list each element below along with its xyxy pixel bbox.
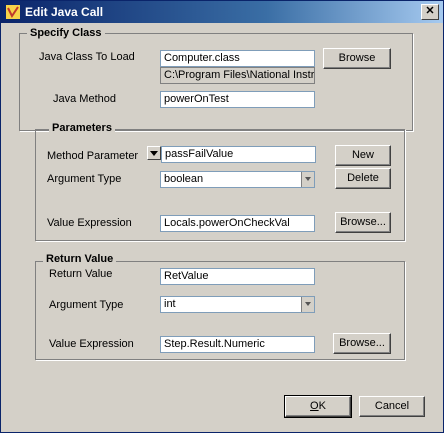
browse-parameter-expression-button[interactable]: Browse...: [335, 212, 391, 233]
parameter-dropdown-icon[interactable]: [147, 146, 161, 160]
return-value-field[interactable]: RetValue: [160, 268, 315, 285]
return-value-expression-field[interactable]: Step.Result.Numeric: [160, 336, 315, 353]
new-parameter-button[interactable]: New: [335, 145, 391, 166]
title-bar: Edit Java Call ✕: [1, 1, 443, 23]
method-parameter-label: Method Parameter: [47, 150, 139, 162]
parameters-title: Parameters: [49, 122, 115, 134]
java-method-label: Java Method: [53, 93, 116, 105]
return-argument-type-label: Argument Type: [49, 299, 124, 311]
browse-class-button[interactable]: Browse: [323, 48, 391, 69]
ok-button[interactable]: OK: [284, 395, 352, 418]
dialog-body: Specify Class Java Class To Load Compute…: [5, 25, 437, 427]
specify-class-title: Specify Class: [27, 27, 105, 39]
method-parameter-field[interactable]: passFailValue: [161, 146, 316, 163]
parameter-value-expression-field[interactable]: Locals.powerOnCheckVal: [160, 215, 315, 232]
delete-parameter-button[interactable]: Delete: [335, 168, 391, 189]
cancel-button[interactable]: Cancel: [359, 396, 425, 417]
ok-mnemonic: O: [310, 400, 319, 412]
edit-java-call-dialog: Edit Java Call ✕ Specify Class Java Clas…: [0, 0, 444, 433]
close-icon[interactable]: ✕: [421, 4, 439, 20]
parameter-value-expression-label: Value Expression: [47, 217, 132, 229]
java-class-label: Java Class To Load: [39, 51, 135, 63]
window-title: Edit Java Call: [25, 5, 104, 19]
browse-return-expression-button[interactable]: Browse...: [333, 333, 391, 354]
chevron-down-icon[interactable]: [301, 172, 314, 187]
parameter-argument-type-value: boolean: [164, 173, 204, 185]
java-method-field[interactable]: powerOnTest: [160, 91, 315, 108]
parameter-argument-type-select[interactable]: boolean: [160, 171, 315, 188]
chevron-down-icon[interactable]: [301, 297, 314, 312]
app-icon: [6, 5, 20, 19]
ok-label-rest: K: [318, 400, 326, 412]
java-class-field[interactable]: Computer.class: [160, 50, 315, 67]
parameter-argument-type-label: Argument Type: [47, 173, 122, 185]
return-argument-type-value: int: [164, 298, 176, 310]
return-value-title: Return Value: [43, 253, 117, 265]
return-argument-type-select[interactable]: int: [160, 296, 315, 313]
java-class-path-field: C:\Program Files\National Instruments\: [160, 67, 315, 84]
return-value-label: Return Value: [49, 268, 113, 280]
return-value-expression-label: Value Expression: [49, 338, 134, 350]
